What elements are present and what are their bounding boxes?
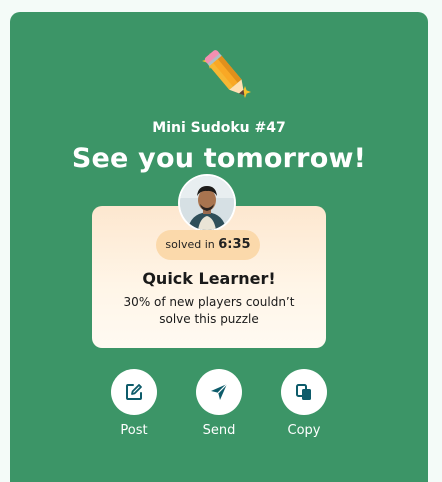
avatar — [178, 174, 236, 232]
achievement-description: 30% of new players couldn’t solve this p… — [123, 295, 295, 326]
edit-icon — [126, 384, 142, 400]
copy-button[interactable] — [281, 369, 327, 415]
achievement-title: Quick Learner! — [142, 269, 276, 288]
headline: See you tomorrow! — [71, 143, 367, 174]
puzzle-name: Mini Sudoku #47 — [152, 120, 286, 136]
copy-label: Copy — [287, 423, 321, 438]
send-icon — [211, 383, 228, 400]
send-action[interactable]: Send — [189, 369, 249, 439]
avatar-photo — [180, 176, 234, 230]
pencil-sparkles-icon — [202, 50, 251, 98]
post-action[interactable]: Post — [104, 369, 164, 439]
solved-prefix: solved in — [165, 238, 215, 251]
send-button[interactable] — [196, 369, 242, 415]
solved-time-badge: solved in 6:35 — [156, 230, 260, 260]
post-label: Post — [120, 423, 148, 438]
solved-time: 6:35 — [218, 237, 251, 252]
copy-icon — [296, 384, 311, 400]
copy-action[interactable]: Copy — [274, 369, 334, 439]
post-button[interactable] — [111, 369, 157, 415]
send-label: Send — [202, 423, 236, 438]
